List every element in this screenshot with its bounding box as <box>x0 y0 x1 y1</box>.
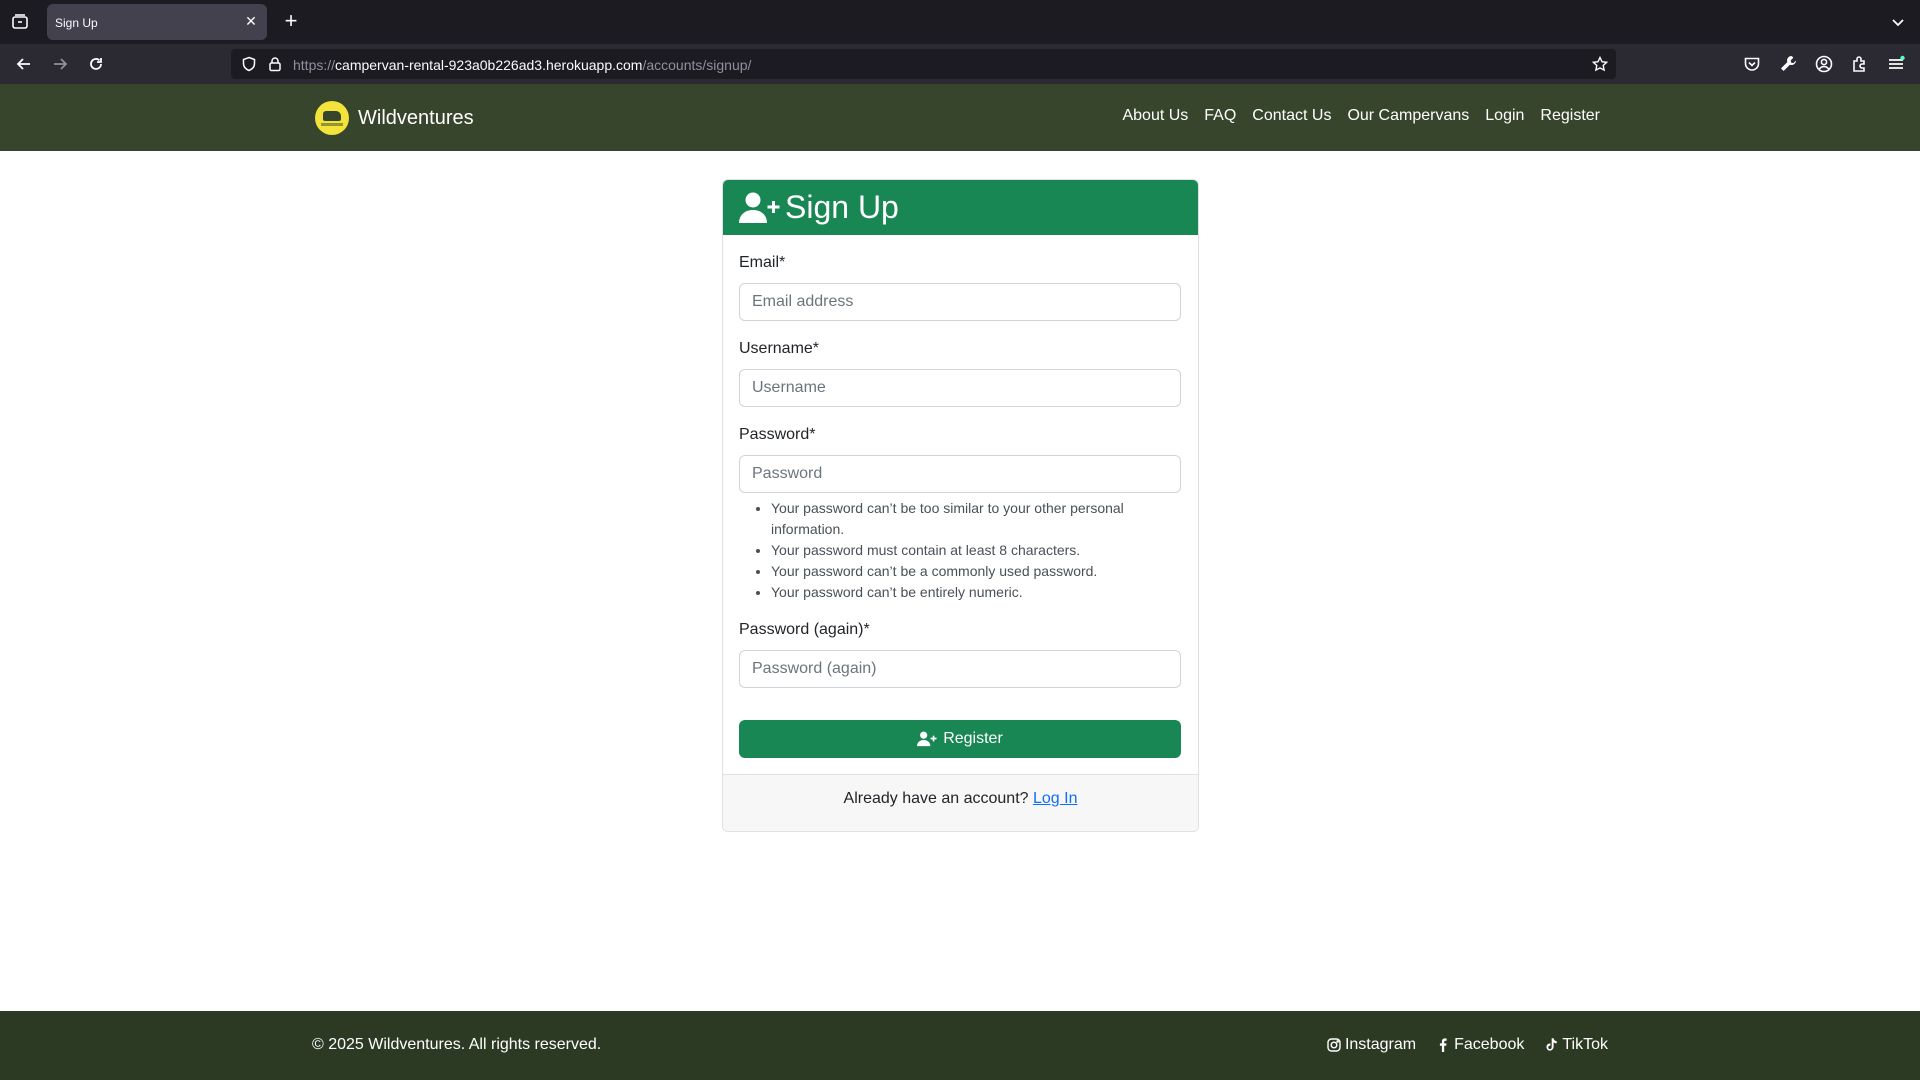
account-prompt: Already have an account? <box>843 790 1029 807</box>
instagram-label: Instagram <box>1344 1036 1417 1053</box>
instagram-icon <box>1327 1038 1341 1052</box>
nav-faq[interactable]: FAQ <box>1204 107 1236 125</box>
password-help-item: Your password can’t be too similar to yo… <box>771 498 1181 540</box>
copyright-text: © 2025 Wildventures. All rights reserved… <box>312 1036 602 1053</box>
reload-icon[interactable] <box>86 54 106 74</box>
signup-card: Sign Up Email* Username* Password* Your … <box>722 179 1199 832</box>
forward-icon[interactable] <box>50 54 70 74</box>
brand-logo-icon <box>315 101 349 135</box>
nav-about-us[interactable]: About Us <box>1122 107 1188 125</box>
card-header: Sign Up <box>723 180 1198 235</box>
extensions-icon[interactable] <box>1850 54 1870 74</box>
password-field[interactable] <box>739 455 1181 493</box>
tab-list-icon[interactable] <box>10 12 30 32</box>
username-label: Username* <box>739 340 820 357</box>
facebook-link[interactable]: Facebook <box>1436 1036 1524 1054</box>
app-menu-icon[interactable] <box>1886 54 1906 74</box>
username-field[interactable] <box>739 369 1181 407</box>
facebook-label: Facebook <box>1454 1036 1525 1053</box>
password-help-item: Your password can’t be entirely numeric. <box>771 582 1181 603</box>
nav-login[interactable]: Login <box>1485 107 1524 125</box>
main-nav: About Us FAQ Contact Us Our Campervans L… <box>1106 107 1600 125</box>
user-plus-icon <box>739 192 780 223</box>
wrench-icon[interactable] <box>1778 54 1798 74</box>
email-label: Email* <box>739 254 786 271</box>
back-icon[interactable] <box>14 54 34 74</box>
tracking-protection-icon[interactable] <box>241 56 257 72</box>
url-bar[interactable]: https://campervan-rental-923a0b226ad3.he… <box>231 49 1616 79</box>
page-title: Sign Up <box>785 189 899 225</box>
site-footer: © 2025 Wildventures. All rights reserved… <box>0 1011 1920 1080</box>
facebook-icon <box>1439 1038 1447 1052</box>
lock-icon[interactable] <box>267 56 283 72</box>
email-field[interactable] <box>739 283 1181 321</box>
account-icon[interactable] <box>1814 54 1834 74</box>
tab-close-icon[interactable]: ✕ <box>243 13 259 29</box>
register-button[interactable]: Register <box>739 720 1181 758</box>
new-tab-icon[interactable]: + <box>280 10 302 32</box>
brand-name: Wildventures <box>358 106 474 129</box>
instagram-link[interactable]: Instagram <box>1327 1036 1416 1054</box>
brand-link[interactable]: Wildventures <box>315 101 474 135</box>
tiktok-link[interactable]: TikTok <box>1544 1036 1608 1054</box>
password-help-item: Your password must contain at least 8 ch… <box>771 540 1181 561</box>
browser-tab-bar: Sign Up ✕ + <box>0 0 1920 44</box>
social-links: Instagram Facebook TikTok <box>1307 1036 1608 1054</box>
pocket-icon[interactable] <box>1742 54 1762 74</box>
nav-our-campervans[interactable]: Our Campervans <box>1347 107 1469 125</box>
register-button-label: Register <box>943 730 1003 747</box>
browser-toolbar: https://campervan-rental-923a0b226ad3.he… <box>0 44 1920 84</box>
nav-register[interactable]: Register <box>1540 107 1600 125</box>
login-link[interactable]: Log In <box>1033 790 1077 807</box>
browser-tab-active[interactable]: Sign Up ✕ <box>47 4 267 40</box>
tab-title: Sign Up <box>55 16 98 30</box>
password-again-field[interactable] <box>739 650 1181 688</box>
password-again-label: Password (again)* <box>739 621 870 638</box>
tiktok-label: TikTok <box>1562 1036 1608 1053</box>
user-plus-icon <box>917 731 937 747</box>
nav-contact-us[interactable]: Contact Us <box>1252 107 1331 125</box>
site-navbar: Wildventures About Us FAQ Contact Us Our… <box>0 84 1920 151</box>
card-footer: Already have an account? Log In <box>723 774 1198 831</box>
list-all-tabs-icon[interactable] <box>1888 12 1908 32</box>
password-help-item: Your password can’t be a commonly used p… <box>771 561 1181 582</box>
url-text: https://campervan-rental-923a0b226ad3.he… <box>293 57 752 73</box>
tiktok-icon <box>1546 1038 1558 1051</box>
password-help-list: Your password can’t be too similar to yo… <box>771 498 1181 603</box>
password-label: Password* <box>739 426 816 443</box>
bookmark-star-icon[interactable] <box>1591 55 1609 72</box>
